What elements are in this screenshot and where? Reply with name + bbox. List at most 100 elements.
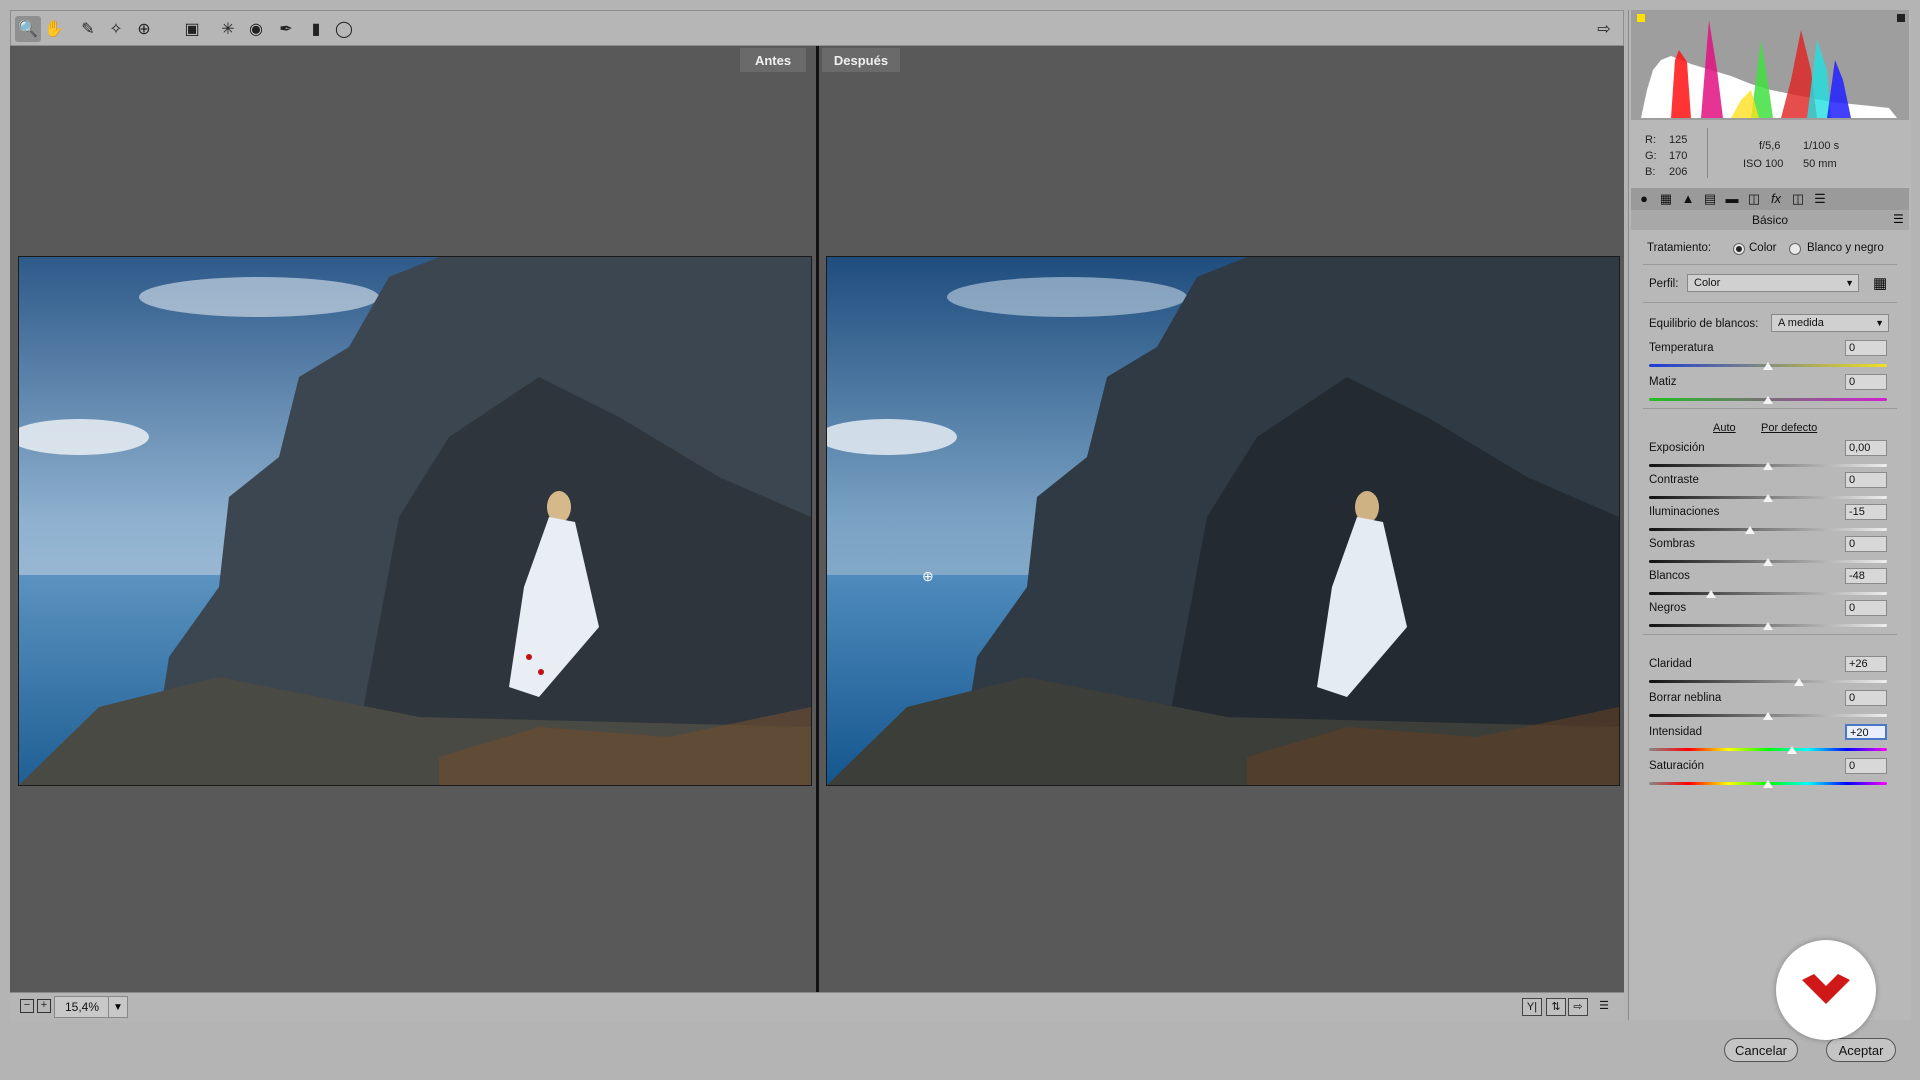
treatment-color-radio[interactable]	[1733, 243, 1745, 255]
blancos-value-field[interactable]: -48	[1845, 568, 1887, 584]
borrar-neblina-label: Borrar neblina	[1649, 692, 1722, 704]
matiz-value-field[interactable]: 0	[1845, 374, 1887, 390]
b-value: 206	[1669, 166, 1688, 178]
borrar-neblina-slider-thumb[interactable]	[1763, 712, 1773, 720]
cancel-button[interactable]: Cancelar	[1724, 1038, 1798, 1062]
swap-settings-icon[interactable]: ⇅	[1546, 998, 1566, 1016]
borrar-neblina-value-field[interactable]: 0	[1845, 690, 1887, 706]
separator	[1643, 408, 1897, 409]
treatment-bw-label: Blanco y negro	[1807, 242, 1884, 254]
intensidad-slider[interactable]	[1649, 748, 1887, 751]
panel-toggle-icon[interactable]: ⇨	[1591, 16, 1617, 42]
r-value: 125	[1669, 134, 1688, 146]
toolbar: 🔍 ✋ ✎ ✧ ⊕ ▣ ✳ ◉ ✒ ▮ ◯ ⇨	[10, 10, 1624, 46]
chevron-down-icon: ▼	[1875, 318, 1884, 328]
status-bar: − + 15,4% ▼ Y| ⇅ ⇨ ☰	[10, 992, 1624, 1021]
g-label: G:	[1645, 150, 1657, 162]
sombras-value-field[interactable]: 0	[1845, 536, 1887, 552]
treatment-label: Tratamiento:	[1647, 242, 1712, 254]
before-after-view-icon[interactable]: Y|	[1522, 998, 1542, 1016]
compare-divider	[816, 46, 819, 992]
saturacion-value-field[interactable]: 0	[1845, 758, 1887, 774]
sombras-slider-thumb[interactable]	[1763, 558, 1773, 566]
section-title: Básico	[1631, 210, 1909, 230]
matiz-slider-thumb[interactable]	[1763, 396, 1773, 404]
crop-icon[interactable]: ▣	[179, 16, 205, 42]
copy-settings-icon[interactable]: ⇨	[1568, 998, 1588, 1016]
wb-select[interactable]: A medida ▼	[1771, 314, 1889, 332]
color-sampler-icon[interactable]: ✧	[103, 16, 129, 42]
adjustments-panel: R: 125 G: 170 B: 206 f/5,6 1/100 s ISO 1…	[1628, 10, 1911, 1020]
claridad-slider[interactable]	[1649, 680, 1887, 683]
exposicion-slider-thumb[interactable]	[1763, 462, 1773, 470]
after-label: Después	[822, 48, 900, 72]
iluminaciones-slider[interactable]	[1649, 528, 1887, 531]
blancos-slider[interactable]	[1649, 592, 1887, 595]
iluminaciones-value-field[interactable]: -15	[1845, 504, 1887, 520]
exposicion-label: Exposición	[1649, 442, 1705, 454]
claridad-slider-thumb[interactable]	[1793, 678, 1804, 686]
panel-tabs: ● ▦ ▲ ▤ ▬ ◫ fx ◫ ☰	[1631, 188, 1909, 210]
treatment-bw-radio[interactable]	[1789, 243, 1801, 255]
temperatura-value-field[interactable]: 0	[1845, 340, 1887, 356]
zoom-level[interactable]: 15,4%	[54, 996, 110, 1018]
claridad-value-field[interactable]: +26	[1845, 656, 1887, 672]
profile-select[interactable]: Color ▼	[1687, 274, 1859, 292]
iso: ISO 100	[1743, 158, 1784, 170]
contraste-label: Contraste	[1649, 474, 1699, 486]
red-eye-icon[interactable]: ◉	[243, 16, 269, 42]
after-photo[interactable]	[826, 256, 1620, 786]
tab-basic-icon[interactable]: ●	[1635, 190, 1653, 208]
gradient-icon[interactable]: ▮	[303, 16, 329, 42]
treatment-color-label: Color	[1749, 242, 1777, 254]
zoom-icon[interactable]: 🔍	[15, 16, 41, 42]
wb-value: A medida	[1778, 317, 1824, 329]
chevron-down-icon[interactable]: ▼	[108, 996, 128, 1018]
separator	[1643, 302, 1897, 303]
target-adjust-icon[interactable]: ⊕	[131, 16, 157, 42]
accept-button[interactable]: Aceptar	[1826, 1038, 1896, 1062]
tab-lens-icon[interactable]: ◫	[1745, 190, 1763, 208]
iluminaciones-slider-thumb[interactable]	[1745, 526, 1756, 534]
temperatura-slider-thumb[interactable]	[1763, 362, 1773, 370]
matiz-label: Matiz	[1649, 376, 1677, 388]
tab-curve-icon[interactable]: ▦	[1657, 190, 1675, 208]
menu-icon[interactable]: ☰	[1893, 212, 1904, 226]
negros-slider-thumb[interactable]	[1763, 622, 1773, 630]
focal-length: 50 mm	[1803, 158, 1837, 170]
zoom-out-icon[interactable]: −	[20, 999, 34, 1013]
separator	[1643, 634, 1897, 635]
image-info: R: 125 G: 170 B: 206 f/5,6 1/100 s ISO 1…	[1629, 122, 1911, 184]
exposicion-value-field[interactable]: 0,00	[1845, 440, 1887, 456]
spot-removal-icon[interactable]: ✳	[215, 16, 241, 42]
before-label: Antes	[740, 48, 806, 72]
blancos-slider-thumb[interactable]	[1705, 590, 1716, 598]
auto-link[interactable]: Auto	[1713, 422, 1736, 434]
tab-hsl-icon[interactable]: ▤	[1701, 190, 1719, 208]
tab-detail-icon[interactable]: ▲	[1679, 190, 1697, 208]
tab-effects-icon[interactable]: fx	[1767, 190, 1785, 208]
r-label: R:	[1645, 134, 1656, 146]
before-photo[interactable]	[18, 256, 812, 786]
tab-presets-icon[interactable]: ☰	[1811, 190, 1829, 208]
zoom-in-icon[interactable]: +	[37, 999, 51, 1013]
default-link[interactable]: Por defecto	[1761, 422, 1817, 434]
zoom-cursor-icon: ⊕	[922, 568, 934, 584]
hand-icon[interactable]: ✋	[41, 16, 67, 42]
tab-split-toning-icon[interactable]: ▬	[1723, 190, 1741, 208]
preview-settings-icon[interactable]: ☰	[1594, 998, 1614, 1016]
radial-filter-icon[interactable]: ◯	[331, 16, 357, 42]
iluminaciones-label: Iluminaciones	[1649, 506, 1720, 518]
contraste-slider-thumb[interactable]	[1763, 494, 1773, 502]
negros-label: Negros	[1649, 602, 1687, 614]
tab-calibration-icon[interactable]: ◫	[1789, 190, 1807, 208]
eyedropper-icon[interactable]: ✎	[75, 16, 101, 42]
contraste-value-field[interactable]: 0	[1845, 472, 1887, 488]
negros-value-field[interactable]: 0	[1845, 600, 1887, 616]
intensidad-value-field[interactable]: +20	[1845, 724, 1887, 740]
intensidad-slider-thumb[interactable]	[1786, 746, 1797, 754]
profile-browser-icon[interactable]: ▦	[1873, 274, 1887, 292]
saturacion-slider-thumb[interactable]	[1763, 780, 1773, 788]
brush-icon[interactable]: ✒	[273, 16, 299, 42]
temperatura-label: Temperatura	[1649, 342, 1714, 354]
